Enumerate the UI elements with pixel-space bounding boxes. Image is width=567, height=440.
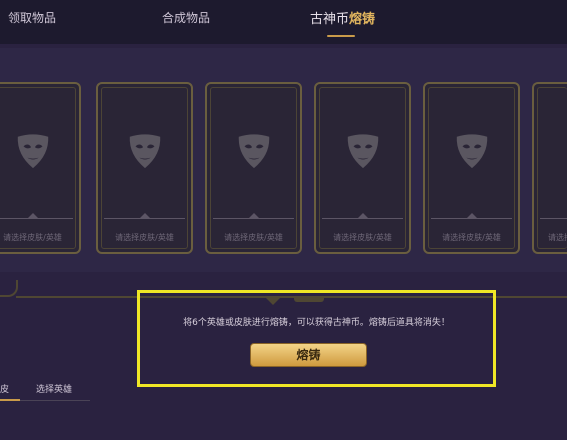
bottom-tab-select-hero[interactable]: 选择英雄: [36, 382, 72, 395]
hero-slot-4[interactable]: 请选择皮肤/英雄: [314, 82, 411, 254]
slot-label: 请选择皮肤/英雄: [333, 233, 392, 242]
slot-label: 请选择皮肤/英雄: [224, 233, 283, 242]
mask-icon: [129, 134, 160, 169]
slot-divider: [431, 218, 512, 219]
bottom-tab-active-indicator: [0, 399, 20, 401]
slot-label: 请选择皮肤/英雄: [115, 233, 174, 242]
hero-slot-3[interactable]: 请选择皮肤/英雄: [205, 82, 302, 254]
top-tab-bar: 领取物品 合成物品 古神币熔铸: [0, 0, 567, 44]
bottom-tab-skin[interactable]: 皮: [0, 382, 9, 395]
hero-slot-5[interactable]: 请选择皮肤/英雄: [423, 82, 520, 254]
forge-info-text: 将6个英雄或皮肤进行熔铸，可以获得古神币。熔铸后道具将消失！: [183, 318, 450, 328]
slot-divider: [104, 218, 185, 219]
tab-coin-forge-prefix: 古神币: [310, 12, 350, 27]
mask-icon: [17, 134, 48, 169]
hero-slot-1[interactable]: 请选择皮肤/英雄: [0, 82, 81, 254]
tab-claim-items[interactable]: 领取物品: [8, 9, 56, 26]
slot-label: 请选择皮肤/英雄: [548, 233, 567, 242]
tab-coin-forge[interactable]: 古神币熔铸: [310, 8, 375, 27]
frame-left-curve: [0, 280, 18, 297]
slot-inner-frame: [537, 87, 567, 249]
active-tab-indicator: [327, 35, 355, 37]
slot-label: 请选择皮肤/英雄: [442, 233, 501, 242]
mask-icon: [347, 134, 378, 169]
tab-coin-forge-highlight: 熔铸: [349, 12, 376, 27]
highlight-box: [137, 290, 496, 387]
slot-divider: [0, 218, 73, 219]
slot-divider: [322, 218, 403, 219]
mask-icon: [238, 134, 269, 169]
forge-button[interactable]: 熔铸: [250, 343, 367, 367]
slot-divider: [540, 218, 567, 219]
mask-icon: [456, 134, 487, 169]
hero-slot-6[interactable]: 请选择皮肤/英雄: [532, 82, 567, 254]
slot-divider: [213, 218, 294, 219]
slot-label: 请选择皮肤/英雄: [3, 233, 62, 242]
hero-slot-2[interactable]: 请选择皮肤/英雄: [96, 82, 193, 254]
bottom-tab-divider: [20, 400, 90, 401]
tab-compose-items[interactable]: 合成物品: [162, 9, 210, 26]
